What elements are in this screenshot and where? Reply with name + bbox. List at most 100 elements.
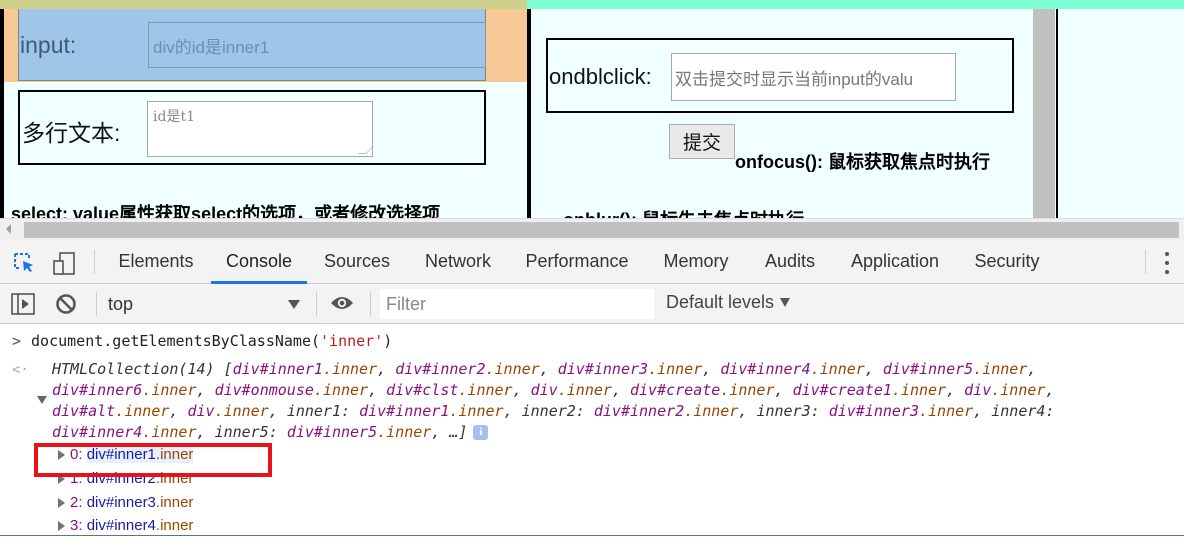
toolbar-divider (370, 292, 371, 316)
collection-entry-tag: div#clst (386, 381, 459, 399)
devtools-tabbar: Elements Console Sources Network Perform… (0, 240, 1184, 284)
collection-item[interactable]: 2: div#inner3.inner (58, 494, 193, 511)
collection-entry-class: .inner (891, 381, 947, 399)
collection-entry-class: .inner (684, 402, 739, 420)
collection-item[interactable]: 3: div#inner4.inner (58, 517, 193, 534)
top-strip-highlight (0, 0, 527, 9)
annotation-highlight-box (34, 443, 272, 477)
collection-entry-tag: div#inner1 (232, 360, 323, 378)
ondblclick-label: ondblclick: (549, 64, 652, 89)
collection-entry-class: .inner (322, 360, 378, 378)
clear-console-icon[interactable] (55, 293, 77, 320)
bottom-area (0, 536, 1184, 543)
collection-entry-class: .inner (214, 402, 269, 420)
tab-elements[interactable]: Elements (106, 240, 206, 283)
filter-input[interactable]: Filter (380, 289, 654, 319)
collection-named-key: inner4: (991, 402, 1055, 420)
console-input-line: > document.getElementsByClassName('inner'… (12, 332, 392, 350)
page-viewport: input: div的id是inner1 多行文本: id是t1 select:… (0, 0, 1184, 218)
inner-vertical-scrollbar[interactable] (1033, 9, 1055, 218)
page-horizontal-scrollbar[interactable] (0, 218, 1184, 240)
htmlcollection-result[interactable]: HTMLCollection(14) [div#inner1.inner, di… (52, 359, 1172, 443)
collection-named-key: inner1: (286, 402, 360, 420)
collection-named-key: inner2: (521, 402, 594, 420)
collection-entry-tag: div#inner4 (720, 360, 811, 378)
collection-entry-tag: div#inner3 (557, 360, 649, 378)
scrollbar-thumb[interactable] (24, 222, 1179, 238)
collection-named-key: inner3: (756, 402, 829, 420)
tab-sources[interactable]: Sources (313, 240, 401, 283)
collection-entry-class: .inner (648, 360, 703, 378)
dropdown-arrow-icon (780, 298, 791, 307)
inspect-element-icon[interactable] (13, 252, 35, 279)
collection-entry-class: .inner (458, 381, 513, 399)
prompt-chevron-icon: > (12, 332, 22, 350)
collection-entry-class: .inner (115, 402, 170, 420)
collection-head: HTMLCollection(14) [ (52, 360, 233, 378)
collection-entry-tag: div#inner4 (52, 423, 143, 441)
tab-console[interactable]: Console (211, 240, 307, 284)
textarea-label: 多行文本: (22, 120, 121, 146)
resize-grip-icon[interactable] (358, 146, 374, 154)
collapse-triangle-icon[interactable] (37, 396, 47, 404)
ondblclick-input[interactable]: 双击提交时显示当前input的valu (671, 53, 956, 101)
vertical-divider (1056, 9, 1058, 218)
select-heading: select: value属性获取select的选项，或者修改选择项 (11, 204, 441, 218)
collection-entry-tag: div#inner2 (395, 360, 486, 378)
collection-entry-class: .inner (991, 381, 1046, 399)
tab-audits[interactable]: Audits (755, 240, 825, 283)
expand-triangle-icon[interactable] (58, 521, 65, 532)
collection-tail: …] (449, 423, 468, 441)
ondblclick-box: ondblclick: 双击提交时显示当前input的valu (546, 38, 1014, 113)
collection-entry-tag: div#alt (52, 402, 116, 420)
expand-triangle-icon[interactable] (58, 498, 65, 509)
collection-entry-class: .inner (313, 381, 369, 399)
tab-memory[interactable]: Memory (650, 240, 742, 283)
collection-entry-tag: div#create (630, 381, 721, 399)
collection-entry-tag: div (964, 381, 992, 399)
submit-button[interactable]: 提交 (669, 124, 735, 159)
collection-entry-class: .inner (919, 402, 974, 420)
tab-security[interactable]: Security (963, 240, 1051, 283)
command-arg: 'inner' (320, 332, 384, 350)
tab-network[interactable]: Network (412, 240, 504, 283)
dropdown-arrow-icon (288, 300, 300, 309)
collection-entry-class: .inner (485, 360, 540, 378)
collection-entry-tag: div#onmouse (214, 381, 314, 399)
collection-entry-class: .inner (557, 381, 612, 399)
collection-named-key: inner5: (214, 423, 287, 441)
column-separator (527, 9, 531, 218)
collection-entry-class: .inner (377, 423, 432, 441)
toolbar-divider (96, 292, 97, 316)
collection-entry-tag: div (187, 402, 215, 420)
collection-entry-tag: div#inner6 (52, 381, 143, 399)
collection-entry-tag: div#create1 (792, 381, 892, 399)
collection-entry-tag: div#inner3 (828, 402, 919, 420)
onblur-heading: onblur(): 鼠标失去焦点时执行 (563, 206, 804, 218)
toolbar-divider (316, 292, 317, 316)
log-levels-dropdown[interactable]: Default levels (666, 292, 791, 313)
collection-entry-tag: div#inner5 (286, 423, 378, 441)
tab-application[interactable]: Application (840, 240, 950, 283)
command-prefix: document.getElementsByClassName( (31, 332, 321, 350)
collection-entry-tag: div#inner5 (882, 360, 974, 378)
tab-performance[interactable]: Performance (518, 240, 636, 283)
device-toolbar-icon[interactable] (52, 252, 76, 281)
log-levels-label: Default levels (666, 292, 775, 312)
toolbar-divider (1145, 250, 1146, 274)
collection-entry-class: .inner (973, 360, 1028, 378)
context-value: top (108, 293, 134, 314)
t1-textarea[interactable]: id是t1 (147, 101, 374, 157)
inner1-input[interactable]: div的id是inner1 (148, 22, 486, 68)
show-sidebar-icon[interactable] (11, 293, 35, 320)
live-expression-eye-icon[interactable] (330, 294, 354, 317)
scroll-left-arrow-icon[interactable] (6, 224, 11, 234)
info-icon[interactable]: i (473, 425, 489, 440)
more-options-icon[interactable] (1163, 252, 1171, 274)
collection-entry-tag: div (530, 381, 558, 399)
collection-entry-class: .inner (810, 360, 865, 378)
context-selector[interactable]: top (108, 292, 308, 316)
onfocus-heading: onfocus(): 鼠标获取焦点时执行 (735, 152, 990, 172)
collection-entry-class: .inner (142, 423, 197, 441)
toolbar-divider (94, 250, 95, 274)
